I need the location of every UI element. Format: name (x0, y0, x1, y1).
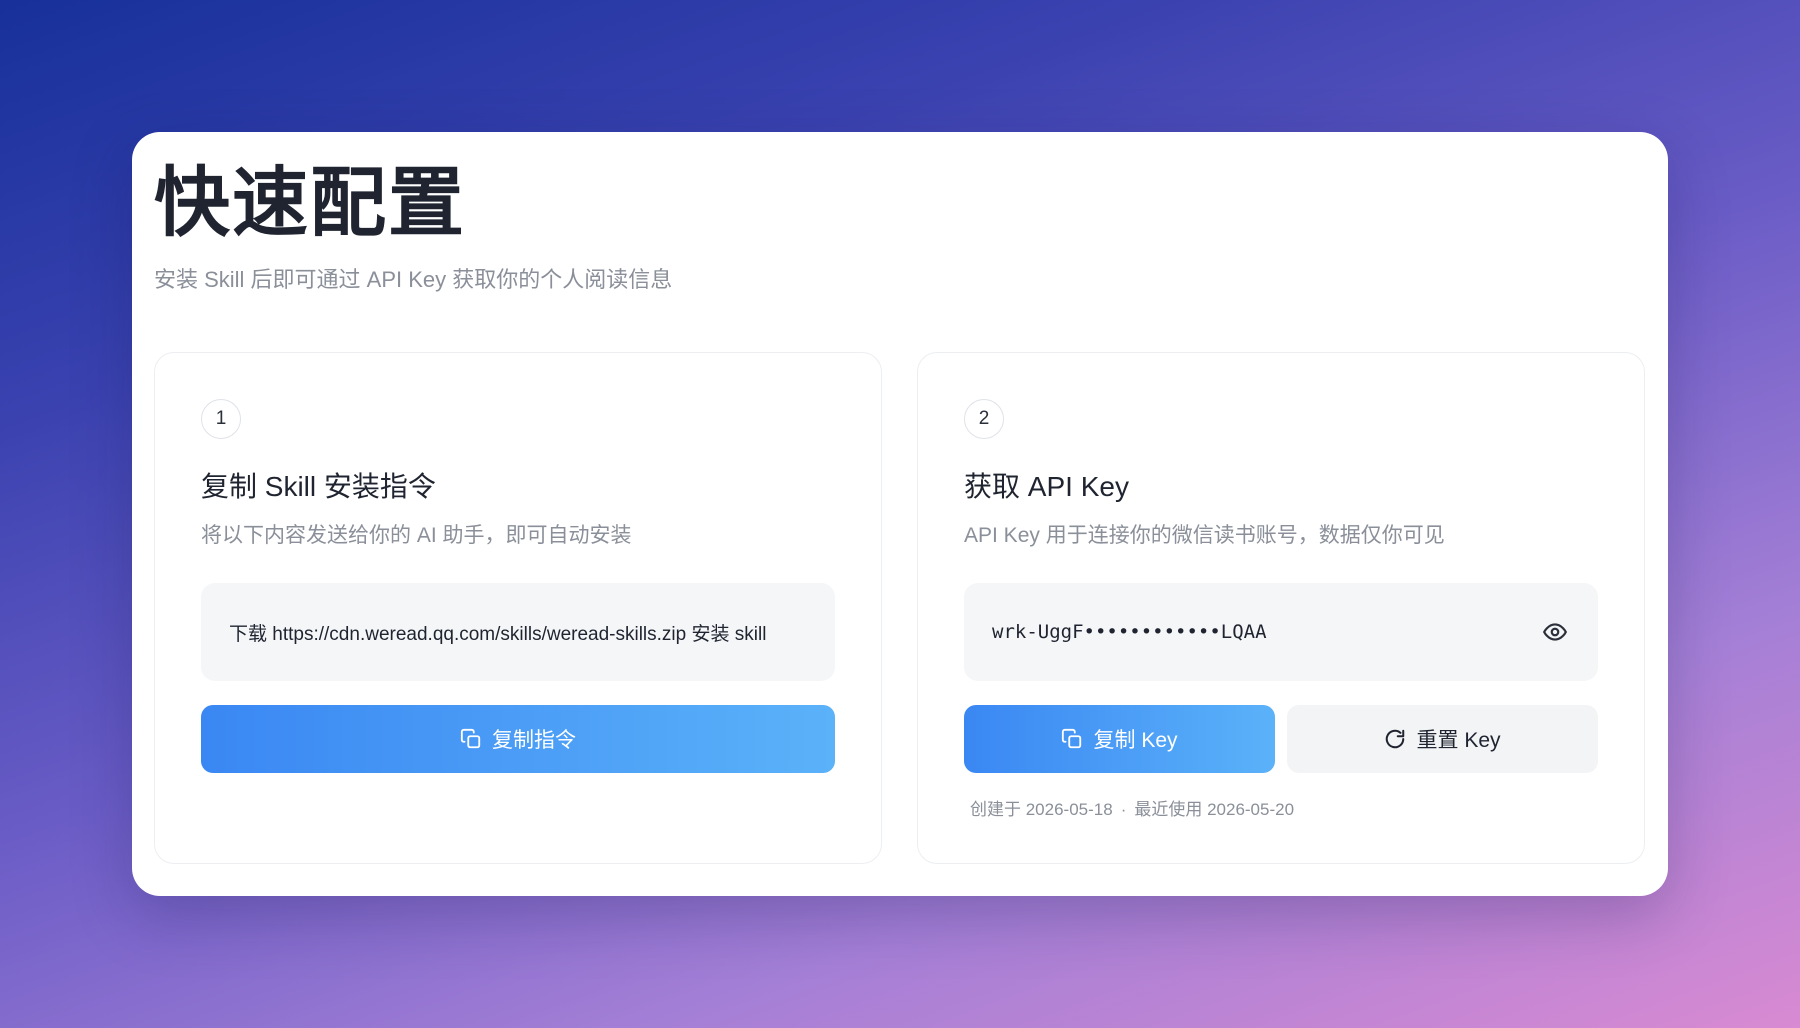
step-number-badge: 2 (964, 399, 1004, 439)
refresh-icon (1384, 728, 1406, 750)
last-used-date: 最近使用 2026-05-20 (1134, 800, 1295, 819)
page-subtitle: 安装 Skill 后即可通过 API Key 获取你的个人阅读信息 (154, 267, 673, 292)
copy-icon (1061, 728, 1083, 750)
page-title: 快速配置 (154, 161, 466, 246)
card-description: 将以下内容发送给你的 AI 助手，即可自动安装 (201, 524, 632, 547)
eye-icon[interactable] (1540, 617, 1570, 647)
copy-command-button[interactable]: 复制指令 (201, 705, 835, 773)
quick-setup-panel: 快速配置 安装 Skill 后即可通过 API Key 获取你的个人阅读信息 1… (132, 132, 1668, 896)
meta-separator: · (1120, 800, 1127, 819)
reset-key-label: 重置 Key (1416, 729, 1501, 752)
copy-key-label: 复制 Key (1093, 729, 1178, 752)
copy-key-button[interactable]: 复制 Key (964, 705, 1275, 773)
reset-key-button[interactable]: 重置 Key (1287, 705, 1598, 773)
api-key-field[interactable]: wrk-UggF••••••••••••LQAA (964, 583, 1598, 681)
copy-command-label: 复制指令 (492, 729, 576, 752)
created-date: 创建于 2026-05-18 (970, 800, 1113, 819)
install-skill-card: 1 复制 Skill 安装指令 将以下内容发送给你的 AI 助手，即可自动安装 … (154, 352, 882, 864)
step-number-badge: 1 (201, 399, 241, 439)
copy-icon (460, 728, 482, 750)
api-key-card: 2 获取 API Key API Key 用于连接你的微信读书账号，数据仅你可见… (917, 352, 1645, 864)
card-title: 获取 API Key (964, 471, 1129, 502)
card-title: 复制 Skill 安装指令 (201, 471, 436, 502)
key-metadata: 创建于 2026-05-18 · 最近使用 2026-05-20 (970, 795, 1294, 820)
install-command-box[interactable]: 下载 https://cdn.weread.qq.com/skills/were… (201, 583, 835, 681)
api-key-value: wrk-UggF••••••••••••LQAA (992, 621, 1267, 643)
install-command-text: 下载 https://cdn.weread.qq.com/skills/were… (229, 623, 767, 645)
card-description: API Key 用于连接你的微信读书账号，数据仅你可见 (964, 524, 1445, 547)
